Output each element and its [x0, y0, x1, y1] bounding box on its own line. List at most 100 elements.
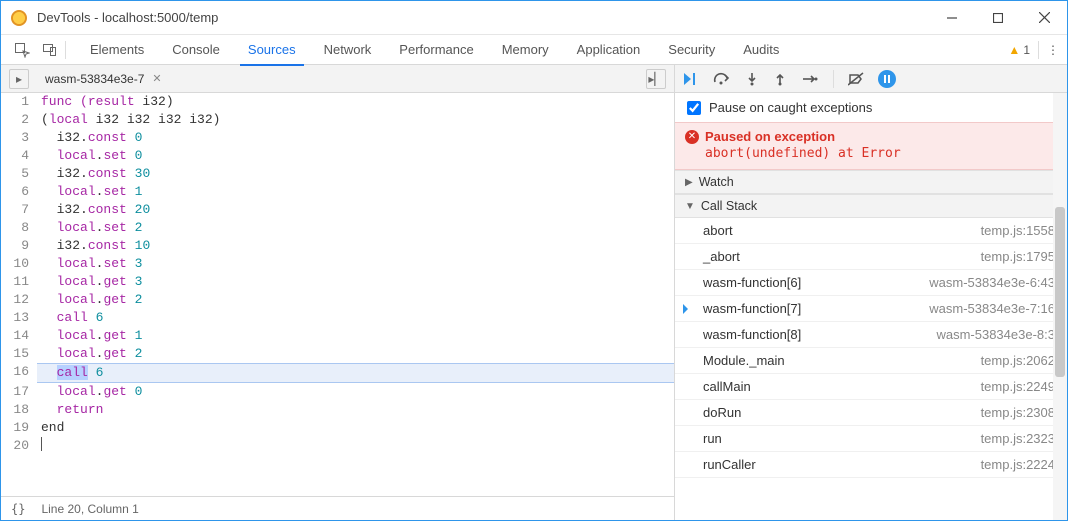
- code-line[interactable]: 20: [1, 437, 674, 455]
- code-line[interactable]: 15 local.get 2: [1, 345, 674, 363]
- line-number: 18: [1, 401, 37, 419]
- code-content: local.get 3: [37, 273, 674, 291]
- code-line[interactable]: 6 local.set 1: [1, 183, 674, 201]
- code-line[interactable]: 19end: [1, 419, 674, 437]
- stack-frame[interactable]: Module._maintemp.js:2062: [675, 348, 1067, 374]
- stack-frame[interactable]: aborttemp.js:1558: [675, 218, 1067, 244]
- scrollbar-thumb[interactable]: [1055, 207, 1065, 377]
- code-line[interactable]: 11 local.get 3: [1, 273, 674, 291]
- step-over-button[interactable]: [713, 72, 731, 86]
- line-number: 2: [1, 111, 37, 129]
- warning-count: 1: [1023, 43, 1030, 57]
- resume-button[interactable]: [683, 72, 699, 86]
- panel-tab-application[interactable]: Application: [563, 35, 655, 65]
- code-line[interactable]: 10 local.set 3: [1, 255, 674, 273]
- code-content: (local i32 i32 i32 i32): [37, 111, 674, 129]
- panel-tab-security[interactable]: Security: [654, 35, 729, 65]
- panel-tab-elements[interactable]: Elements: [76, 35, 158, 65]
- code-line[interactable]: 1func (result i32): [1, 93, 674, 111]
- line-number: 19: [1, 419, 37, 437]
- code-content: local.get 1: [37, 327, 674, 345]
- stack-frame-name: run: [703, 431, 722, 446]
- panel-tabs: ElementsConsoleSourcesNetworkPerformance…: [76, 35, 793, 65]
- main-split: 1func (result i32)2(local i32 i32 i32 i3…: [1, 93, 1067, 520]
- more-options-icon[interactable]: ⋮: [1047, 43, 1059, 57]
- code-line[interactable]: 7 i32.const 20: [1, 201, 674, 219]
- watch-label: Watch: [699, 175, 734, 189]
- code-line[interactable]: 13 call 6: [1, 309, 674, 327]
- stack-frame[interactable]: wasm-function[7]wasm-53834e3e-7:16: [675, 296, 1067, 322]
- panel-tab-audits[interactable]: Audits: [729, 35, 793, 65]
- stack-frame-location: temp.js:2249: [981, 379, 1055, 394]
- separator: [833, 70, 834, 88]
- line-number: 16: [1, 363, 37, 383]
- watch-section-header[interactable]: ▶ Watch: [675, 170, 1067, 194]
- code-line[interactable]: 4 local.set 0: [1, 147, 674, 165]
- pause-on-caught-checkbox[interactable]: [687, 101, 701, 115]
- maximize-button[interactable]: [975, 1, 1021, 35]
- stack-frame[interactable]: wasm-function[6]wasm-53834e3e-6:43: [675, 270, 1067, 296]
- code-content: local.set 1: [37, 183, 674, 201]
- step-out-button[interactable]: [773, 72, 787, 86]
- stack-frame-location: temp.js:2224: [981, 457, 1055, 472]
- pause-on-caught-row[interactable]: Pause on caught exceptions: [675, 93, 1067, 122]
- editor-pane: 1func (result i32)2(local i32 i32 i32 i3…: [1, 93, 675, 520]
- code-line[interactable]: 9 i32.const 10: [1, 237, 674, 255]
- code-line[interactable]: 8 local.set 2: [1, 219, 674, 237]
- devtools-icon: [11, 10, 27, 26]
- panel-tab-console[interactable]: Console: [158, 35, 234, 65]
- device-mode-icon[interactable]: [37, 37, 63, 63]
- panel-tab-memory[interactable]: Memory: [488, 35, 563, 65]
- show-navigator-icon[interactable]: ▸: [9, 69, 29, 89]
- stack-frame-location: temp.js:2323: [981, 431, 1055, 446]
- warnings-indicator[interactable]: ▲ 1: [1008, 43, 1030, 57]
- navigator-forward-icon[interactable]: ▸▏: [646, 69, 666, 89]
- line-number: 14: [1, 327, 37, 345]
- error-icon: ✕: [685, 130, 699, 144]
- step-button[interactable]: [801, 72, 819, 86]
- stack-frame[interactable]: wasm-function[8]wasm-53834e3e-8:3: [675, 322, 1067, 348]
- minimize-button[interactable]: [929, 1, 975, 35]
- panel-tab-network[interactable]: Network: [310, 35, 386, 65]
- select-element-icon[interactable]: [9, 37, 35, 63]
- line-number: 11: [1, 273, 37, 291]
- stack-frame-location: temp.js:2308: [981, 405, 1055, 420]
- code-editor[interactable]: 1func (result i32)2(local i32 i32 i32 i3…: [1, 93, 674, 496]
- code-content: local.set 2: [37, 219, 674, 237]
- stack-frame-name: callMain: [703, 379, 751, 394]
- stack-frame-name: Module._main: [703, 353, 785, 368]
- pretty-print-icon[interactable]: {}: [11, 502, 25, 516]
- code-line[interactable]: 16 call 6: [1, 363, 674, 383]
- code-line[interactable]: 3 i32.const 0: [1, 129, 674, 147]
- code-content: i32.const 30: [37, 165, 674, 183]
- code-line[interactable]: 12 local.get 2: [1, 291, 674, 309]
- stack-frame[interactable]: doRuntemp.js:2308: [675, 400, 1067, 426]
- code-line[interactable]: 18 return: [1, 401, 674, 419]
- code-line[interactable]: 5 i32.const 30: [1, 165, 674, 183]
- line-number: 17: [1, 383, 37, 401]
- call-stack-list: aborttemp.js:1558_aborttemp.js:1795wasm-…: [675, 218, 1067, 478]
- code-line[interactable]: 17 local.get 0: [1, 383, 674, 401]
- code-content: func (result i32): [37, 93, 674, 111]
- close-button[interactable]: [1021, 1, 1067, 35]
- code-content: local.set 3: [37, 255, 674, 273]
- code-line[interactable]: 2(local i32 i32 i32 i32): [1, 111, 674, 129]
- stack-frame[interactable]: runCallertemp.js:2224: [675, 452, 1067, 478]
- deactivate-breakpoints-button[interactable]: [848, 72, 864, 86]
- step-into-button[interactable]: [745, 72, 759, 86]
- scrollbar[interactable]: [1053, 93, 1067, 520]
- panel-tab-sources[interactable]: Sources: [234, 35, 310, 65]
- stack-frame[interactable]: run temp.js:2323: [675, 426, 1067, 452]
- stack-frame[interactable]: _aborttemp.js:1795: [675, 244, 1067, 270]
- pause-exceptions-button[interactable]: [878, 70, 896, 88]
- callstack-section-header[interactable]: ▼ Call Stack: [675, 194, 1067, 218]
- stack-frame[interactable]: callMain temp.js:2249: [675, 374, 1067, 400]
- titlebar: DevTools - localhost:5000/temp: [1, 1, 1067, 35]
- code-line[interactable]: 14 local.get 1: [1, 327, 674, 345]
- code-content: i32.const 10: [37, 237, 674, 255]
- line-number: 10: [1, 255, 37, 273]
- code-content: call 6: [37, 363, 674, 383]
- close-tab-icon[interactable]: ✕: [152, 72, 161, 85]
- file-tab[interactable]: wasm-53834e3e-7 ✕: [35, 65, 172, 93]
- panel-tab-performance[interactable]: Performance: [385, 35, 487, 65]
